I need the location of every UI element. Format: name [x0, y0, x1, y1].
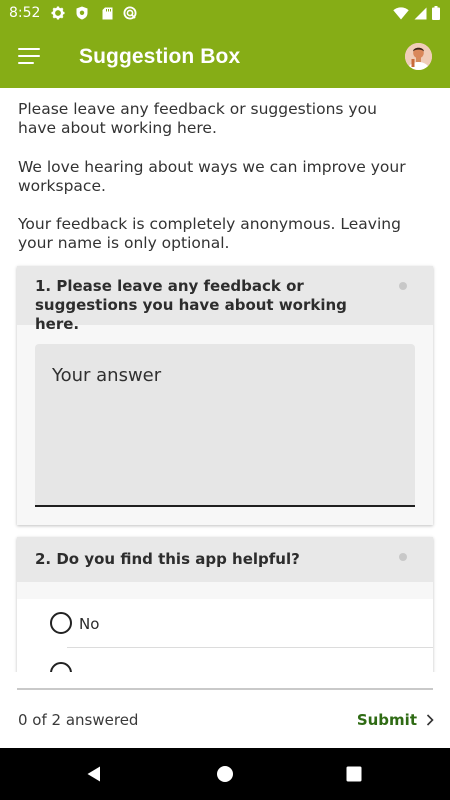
progress-bar [17, 688, 433, 690]
radio-option-label: No [79, 615, 100, 633]
question-card-2: 2. Do you find this app helpful? No [17, 537, 433, 672]
app-title: Suggestion Box [79, 45, 241, 68]
shield-icon [75, 6, 89, 20]
battery-icon [431, 6, 440, 20]
gear-icon [51, 6, 65, 20]
question-title-2: 2. Do you find this app helpful? [35, 550, 300, 568]
question-card-1: 1. Please leave any feedback or suggesti… [17, 266, 433, 525]
chevron-right-icon [426, 714, 434, 726]
radio-button[interactable] [50, 662, 72, 672]
status-bar: 8:52 [0, 0, 450, 26]
radio-option-no[interactable]: No [17, 599, 433, 647]
status-time: 8:52 [9, 5, 41, 21]
question-title-1: 1. Please leave any feedback or suggesti… [35, 277, 347, 333]
progress-text: 0 of 2 answered [18, 711, 139, 729]
recents-square-icon[interactable] [342, 762, 366, 786]
signal-icon [413, 6, 427, 20]
required-indicator-dot [399, 553, 407, 561]
intro-paragraph-2: We love hearing about ways we can improv… [18, 158, 406, 195]
back-triangle-icon[interactable] [82, 762, 106, 786]
wifi-icon [393, 6, 409, 20]
home-circle-icon[interactable] [213, 762, 237, 786]
answer-placeholder: Your answer [52, 365, 162, 386]
answer-textarea[interactable]: Your answer [35, 344, 415, 507]
user-avatar[interactable] [405, 43, 432, 70]
question-header-2: 2. Do you find this app helpful? [17, 537, 433, 582]
system-nav-bar [0, 748, 450, 800]
question-header-1: 1. Please leave any feedback or suggesti… [17, 266, 433, 333]
radio-option-2[interactable] [17, 648, 433, 672]
intro-paragraph-3: Your feedback is completely anonymous. L… [18, 215, 401, 252]
required-indicator-dot [399, 282, 407, 290]
survey-footer: 0 of 2 answered Submit [0, 672, 450, 748]
hamburger-menu-icon[interactable] [18, 46, 42, 66]
sd-card-icon [100, 6, 114, 20]
survey-content[interactable]: Please leave any feedback or suggestions… [0, 88, 450, 672]
radio-button[interactable] [50, 612, 72, 634]
submit-label: Submit [356, 711, 417, 729]
radio-options: No [17, 599, 433, 672]
submit-button[interactable]: Submit [357, 709, 434, 731]
app-bar: Suggestion Box [0, 26, 450, 88]
sync-icon [123, 6, 137, 20]
intro-paragraph-1: Please leave any feedback or suggestions… [18, 100, 377, 137]
